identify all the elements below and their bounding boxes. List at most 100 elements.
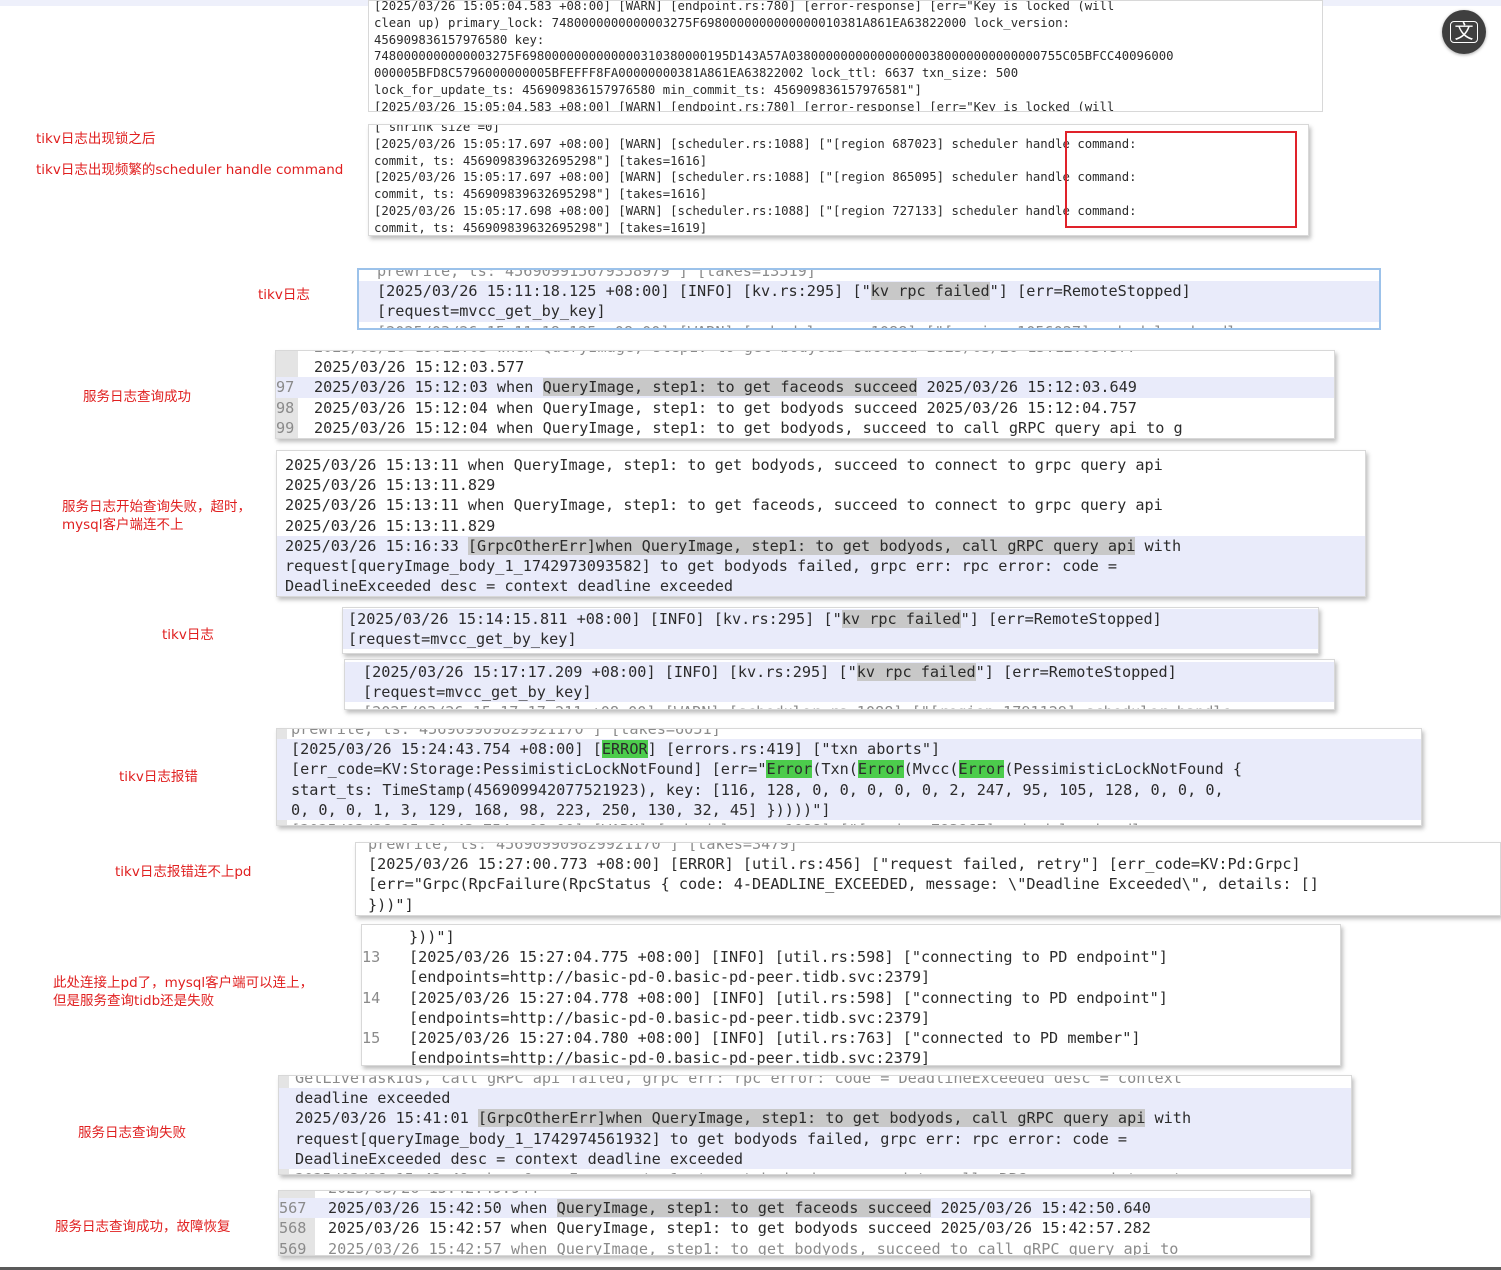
error-highlight: ERROR (601, 740, 648, 759)
log-text: [request=mvcc_get_by_key] (377, 302, 606, 321)
line-number: 567 (279, 1199, 307, 1218)
log-text: [2025/03/26 15:27:04.780 +08:00] [INFO] … (409, 1028, 1141, 1047)
log-line: 2025/03/26 15:12:03 when QueryImage, ste… (276, 351, 1334, 357)
selected-text: [GrpcOtherErr]when QueryImage, step1: to… (467, 536, 1136, 555)
log-text: 2025/03/26 15:12:04 when QueryImage, ste… (314, 418, 1183, 437)
log-text: prewrite, ts: 456909909829921170"] [take… (291, 728, 721, 738)
log-line: 7480000000000003275F69800000000000003103… (369, 48, 1322, 65)
selected-text: QueryImage, step1: to get faceods succee… (556, 1199, 932, 1218)
line-number: 99 (276, 418, 295, 437)
annotation-line: tikv日志出现锁之后 (36, 131, 156, 147)
log-lines: prewrite, ts: 456909915679358979"] [take… (359, 268, 1379, 328)
annotation-line: 服务日志开始查询失败，超时， (62, 499, 251, 515)
log-text: }))"] (368, 895, 414, 914)
log-text: "] [err=RemoteStopped] (975, 663, 1177, 681)
selected-text: kv rpc failed (841, 610, 961, 628)
log-text: commit, ts: 456909839632695298"] [takes=… (374, 220, 708, 235)
log-text: [endpoints=http://basic-pd-0.basic-pd-pe… (409, 1008, 931, 1027)
log-lines: }))"] [2025/03/26 15:27:04.775 +08:00] [I… (362, 927, 1340, 1065)
log-line: prewrite, ts: 456909915679358979"] [take… (359, 268, 1379, 281)
log-line: DeadlineExceeded desc = context deadline… (277, 576, 1365, 596)
log-lines: [2025/03/26 15:14:15.811 +08:00] [INFO] … (343, 609, 1318, 650)
log-text: [2025/03/26 15:27:00.773 +08:00] [ERROR]… (368, 855, 1301, 874)
log-line: prewrite, ts: 456909909829921170"] [take… (277, 728, 1421, 739)
log-snippet-tikv-pd-connect: }))"] [2025/03/26 15:27:04.775 +08:00] [I… (361, 924, 1341, 1066)
log-snippet-service-timeout: 2025/03/26 15:13:11 when QueryImage, ste… (276, 450, 1366, 597)
log-text: 0, 0, 0, 1, 3, 129, 168, 98, 223, 250, 1… (291, 800, 831, 819)
annotation-label: tikv日志报错 (119, 768, 198, 786)
log-lines: 2025/03/26 15:42:49.9442025/03/26 15:42:… (279, 1191, 1310, 1256)
log-line: 2025/03/26 15:16:33 [GrpcOtherErr]when Q… (277, 535, 1365, 556)
log-line: start_ts: TimeStamp(456909942077521923),… (277, 779, 1421, 800)
log-text: 2025/03/26 15:12:03.649 (917, 378, 1137, 397)
log-text: lock_for_update_ts: 456909836157976580 m… (374, 82, 922, 97)
log-line: [request=mvcc_get_by_key] (359, 301, 1379, 322)
annotation-label: 服务日志查询失败 (78, 1124, 186, 1142)
annotation-line: 服务日志查询成功 (83, 389, 191, 405)
error-highlight: Error (958, 760, 1005, 779)
log-line: 2025/03/26 15:12:03.577 (276, 357, 1334, 377)
line-number: 14 (362, 988, 381, 1007)
log-text: 2025/03/26 15:42:57 when QueryImage, ste… (328, 1239, 1179, 1256)
log-text: prewrite, ts: 456909915679358979"] [take… (377, 268, 816, 280)
log-text: with (1135, 536, 1182, 555)
log-text: DeadlineExceeded desc = context deadline… (285, 577, 734, 596)
line-number: 97 (276, 378, 295, 397)
line-number: 15 (362, 1029, 381, 1047)
log-line: 000005BFD8C5796000000005BFEFFF8FA0000000… (369, 65, 1322, 82)
log-line: [2025/03/26 15:14:15.811 +08:00] [INFO] … (343, 609, 1318, 630)
log-line: lock_for_update_ts: 456909836157976580 m… (369, 82, 1322, 99)
log-text: 2025/03/26 15:16:33 (285, 536, 468, 555)
log-text: 2025/03/26 15:42:50.640 (931, 1199, 1151, 1218)
log-line: [2025/03/26 15:24:43.754 +08:00] [WARN] … (277, 820, 1421, 825)
log-line: 2025/03/26 15:12:04 when QueryImage, ste… (276, 418, 1334, 438)
log-text: GetLiveTaskIds, call gRPC api failed, gr… (295, 1075, 1182, 1087)
log-text: [2025/03/26 15:17:17.209 +08:00] [INFO] … (363, 663, 857, 681)
log-line: [2025/03/26 15:27:04.780 +08:00] [INFO] … (362, 1028, 1340, 1048)
log-line: 2025/03/26 15:42:50 when QueryImage, ste… (279, 1198, 1310, 1219)
error-highlight: Error (766, 760, 813, 779)
log-line: request[queryImage_body_1_1742973093582]… (277, 555, 1365, 577)
annotation-label: tikv日志报错连不上pd (115, 863, 252, 881)
log-text: [2025/03/26 15:17:17.211 +08:00] [WARN] … (363, 703, 1232, 709)
log-text: 2025/03/26 15:12:04 when QueryImage, ste… (314, 398, 1137, 417)
log-snippet-service-success: 2025/03/26 15:12:03 when QueryImage, ste… (275, 350, 1335, 439)
annotation-line: 但是服务查询tidb还是失败 (53, 993, 215, 1009)
log-snippet-tikv-error: prewrite, ts: 456909909829921170"] [take… (276, 728, 1422, 826)
log-line: [2025/03/26 15:11:18.125 +08:00] [INFO] … (359, 281, 1379, 302)
annotation-line: 此处连接上pd了，mysql客户端可以连上， (53, 975, 314, 991)
log-lines: GetLiveTaskIds, call gRPC api failed, gr… (279, 1075, 1351, 1174)
line-number: 569 (279, 1239, 307, 1256)
log-text: DeadlineExceeded desc = context deadline… (295, 1149, 744, 1168)
log-text: request[queryImage_body_1_1742974561932]… (295, 1129, 1128, 1148)
log-line: [request=mvcc_get_by_key] (343, 629, 1318, 650)
annotation-label: 服务日志开始查询失败，超时， mysql客户端连不上 (62, 498, 251, 534)
log-line: }))"] (362, 927, 1340, 947)
log-text: ] [errors.rs:419] ["txn aborts"] (647, 740, 941, 759)
log-line: deadline exceeded (279, 1088, 1351, 1109)
annotation-line: mysql客户端连不上 (62, 517, 184, 533)
log-line: 2025/03/26 15:12:03 when QueryImage, ste… (276, 377, 1334, 398)
log-text: [err="Grpc(RpcFailure(RpcStatus { code: … (368, 875, 1319, 894)
line-number: 13 (362, 948, 381, 967)
log-text: [ shrink size =0] (374, 124, 500, 134)
log-snippet-tikv-kv-rpc: prewrite, ts: 456909915679358979"] [take… (357, 268, 1381, 330)
log-line: clean up) primary_lock: 7480000000000003… (369, 15, 1322, 32)
translate-button[interactable]: 文 (1442, 10, 1486, 54)
log-lines: 2025/03/26 15:13:11 when QueryImage, ste… (277, 455, 1365, 596)
log-line: GetLiveTaskIds, call gRPC api failed, gr… (279, 1075, 1351, 1088)
log-text: [2025/03/26 15:05:17.698 +08:00] [WARN] … (374, 203, 1137, 218)
log-snippet-tikv-pd-error: prewrite, ts: 456909909829921170"] [take… (355, 842, 1501, 916)
annotation-label: 服务日志查询成功，故障恢复 (55, 1218, 231, 1236)
log-text: prewrite, ts: 456909909829921170"] [take… (368, 842, 798, 853)
log-line: prewrite, ts: 456909909829921170"] [take… (356, 842, 1500, 854)
log-text: request[queryImage_body_1_1742973093582]… (285, 556, 1118, 575)
log-snippet-tikv-kv-rpc-3: [2025/03/26 15:17:17.209 +08:00] [INFO] … (344, 659, 1335, 710)
annotation-label: tikv日志 (258, 286, 310, 304)
log-line: request[queryImage_body_1_1742974561932]… (279, 1128, 1351, 1149)
selected-text: kv rpc failed (856, 663, 976, 681)
log-line: 2025/03/26 15:13:11 when QueryImage, ste… (277, 455, 1365, 475)
log-line: 456909836157976580 key: (369, 32, 1322, 49)
log-text: [2025/03/26 15:11:18.125 +08:00] [WARN] … (377, 323, 1246, 328)
log-text: 2025/03/26 15:13:11 when QueryImage, ste… (285, 456, 1163, 474)
